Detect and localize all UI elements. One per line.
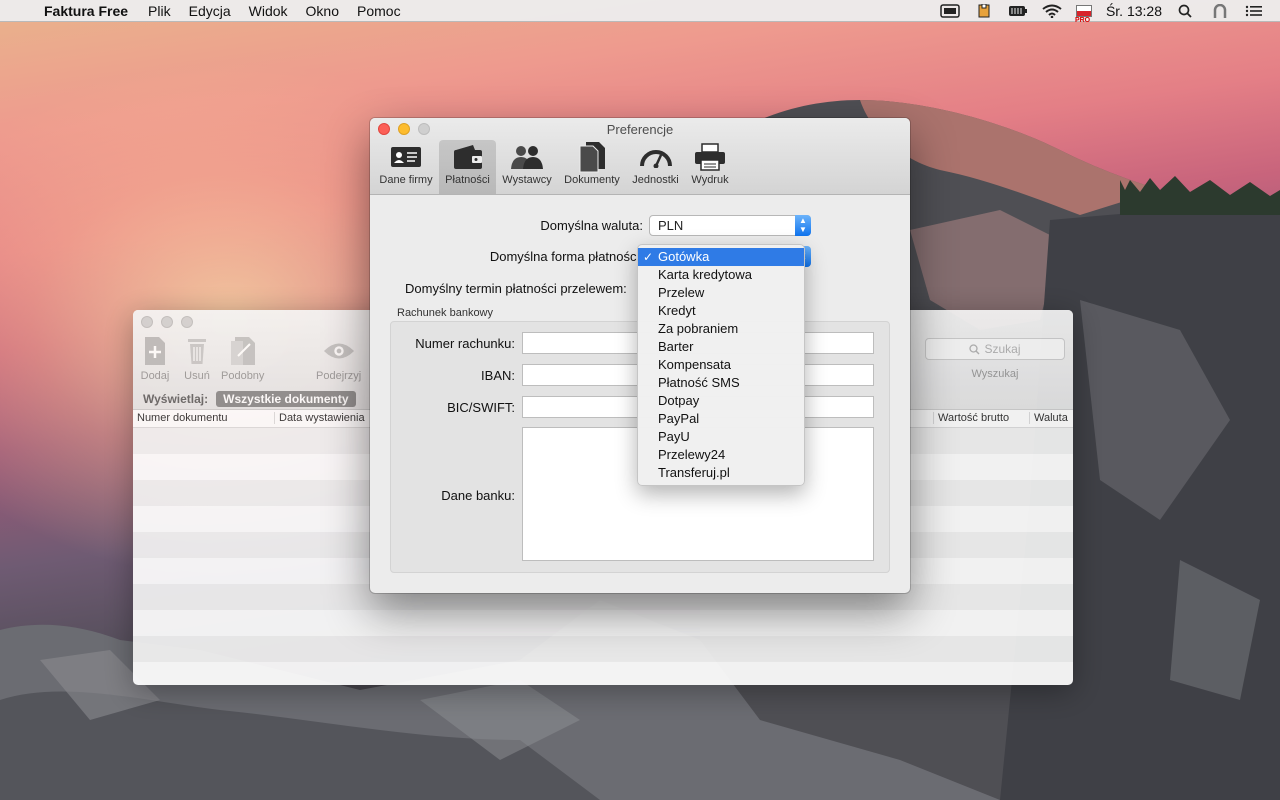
column-currency[interactable]: Waluta <box>1029 412 1068 424</box>
preview-document-label: Podejrzyj <box>316 370 362 382</box>
add-document-button[interactable]: Dodaj <box>139 334 171 382</box>
tab-issuers[interactable]: Wystawcy <box>498 140 556 194</box>
tab-issuers-label: Wystawcy <box>502 174 552 186</box>
menu-edit[interactable]: Edycja <box>189 3 231 19</box>
similar-document-icon <box>230 337 255 365</box>
payment-form-dropdown: ✓ Gotówka Karta kredytowa Przelew Kredyt … <box>637 244 805 486</box>
add-document-label: Dodaj <box>140 370 170 382</box>
table-row <box>133 636 1073 662</box>
menu-app-name[interactable]: Faktura Free <box>44 3 128 19</box>
tab-documents-label: Dokumenty <box>564 174 620 186</box>
wifi-icon[interactable] <box>1042 4 1062 18</box>
filter-all-documents[interactable]: Wszystkie dokumenty <box>216 391 356 407</box>
tab-payments[interactable]: Płatności <box>439 140 496 194</box>
menu-bar: Faktura Free Plik Edycja Widok Okno Pomo… <box>0 0 1280 24</box>
payment-option-paypal[interactable]: PayPal <box>638 410 804 428</box>
default-currency-select[interactable]: PLN ▲ ▼ <box>649 215 811 236</box>
search-label: Wyszukaj <box>971 368 1019 380</box>
menu-clock[interactable]: Śr. 13:28 <box>1106 3 1162 19</box>
eye-icon <box>323 343 354 359</box>
printer-icon <box>695 143 725 171</box>
column-gross-value[interactable]: Wartość brutto <box>933 412 1009 424</box>
documents-icon <box>579 142 605 173</box>
notification-center-icon[interactable] <box>1244 4 1264 18</box>
bic-swift-label: BIC/SWIFT: <box>447 400 515 415</box>
payment-option-transfer[interactable]: Przelew <box>638 284 804 302</box>
tab-units[interactable]: Jednostki <box>628 140 683 194</box>
iban-label: IBAN: <box>481 368 515 383</box>
preferences-toolbar: Preferencje Dane firmy Płatności Wystawc… <box>370 118 910 195</box>
payment-option-payu[interactable]: PayU <box>638 428 804 446</box>
preview-document-button[interactable]: Podejrzyj <box>316 334 361 382</box>
preferences-title: Preferencje <box>606 122 674 137</box>
tab-units-label: Jednostki <box>632 174 679 186</box>
tab-print-label: Wydruk <box>691 174 729 186</box>
menu-file[interactable]: Plik <box>148 3 171 19</box>
checkmark-icon: ✓ <box>643 250 654 264</box>
filter-label: Wyświetlaj: <box>143 392 209 406</box>
payment-option-barter[interactable]: Barter <box>638 338 804 356</box>
payment-option-credit-card[interactable]: Karta kredytowa <box>638 266 804 284</box>
table-row <box>133 662 1073 685</box>
tab-company-data[interactable]: Dane firmy <box>376 140 436 194</box>
account-number-label: Numer rachunku: <box>415 336 515 351</box>
default-currency-value: PLN <box>658 218 684 233</box>
similar-document-button[interactable]: Podobny <box>221 334 264 382</box>
battery-icon[interactable] <box>1008 4 1028 18</box>
delete-document-button[interactable]: Usuń <box>181 334 213 382</box>
payment-option-cash-on-delivery[interactable]: Za pobraniem <box>638 320 804 338</box>
close-button[interactable] <box>141 316 153 328</box>
delete-document-label: Usuń <box>184 370 210 382</box>
wallet-icon <box>453 145 482 169</box>
default-currency-label: Domyślna waluta: <box>540 218 643 233</box>
payment-option-sms[interactable]: Płatność SMS <box>638 374 804 392</box>
main-window-controls <box>141 316 193 328</box>
flag-badge: PRO <box>1074 16 1091 24</box>
search-input[interactable]: Szukaj <box>925 338 1065 360</box>
payment-option-dotpay[interactable]: Dotpay <box>638 392 804 410</box>
users-icon <box>511 146 543 169</box>
tab-company-data-label: Dane firmy <box>379 174 433 186</box>
menu-window[interactable]: Okno <box>306 3 339 19</box>
tab-print[interactable]: Wydruk <box>686 140 734 194</box>
id-card-icon <box>391 147 421 167</box>
gauge-icon <box>639 150 672 168</box>
usb-drive-icon[interactable] <box>974 3 994 18</box>
display-icon[interactable] <box>940 3 960 18</box>
tab-documents[interactable]: Dokumenty <box>560 140 624 194</box>
zoom-button[interactable] <box>181 316 193 328</box>
default-transfer-term-label: Domyślny termin płatności przelewem: <box>405 281 627 296</box>
input-language-flag-icon[interactable]: PRO <box>1075 4 1092 24</box>
search-icon <box>969 343 980 354</box>
payment-option-transferuj[interactable]: Transferuj.pl <box>638 464 804 482</box>
menu-view[interactable]: Widok <box>249 3 288 19</box>
default-payment-form-label: Domyślna forma płatności: <box>489 249 643 264</box>
user-account-icon[interactable] <box>1210 3 1230 18</box>
payment-option-credit[interactable]: Kredyt <box>638 302 804 320</box>
minimize-button[interactable] <box>161 316 173 328</box>
add-document-icon <box>145 337 165 365</box>
search-placeholder: Szukaj <box>984 342 1021 356</box>
column-document-number[interactable]: Numer dokumentu <box>133 412 228 424</box>
payment-option-cash[interactable]: ✓ Gotówka <box>638 248 804 266</box>
trash-icon <box>188 339 206 364</box>
column-issue-date[interactable]: Data wystawienia <box>274 412 365 424</box>
bank-data-label: Dane banku: <box>441 488 515 503</box>
payment-option-przelewy24[interactable]: Przelewy24 <box>638 446 804 464</box>
table-row <box>133 610 1073 636</box>
bank-account-group-title: Rachunek bankowy <box>397 307 494 319</box>
tab-payments-label: Płatności <box>445 174 490 186</box>
select-arrows-icon: ▲▼ <box>795 215 811 236</box>
payment-option-compensation[interactable]: Kompensata <box>638 356 804 374</box>
menu-help[interactable]: Pomoc <box>357 3 401 19</box>
similar-document-label: Podobny <box>221 370 265 382</box>
spotlight-search-icon[interactable] <box>1176 4 1196 18</box>
